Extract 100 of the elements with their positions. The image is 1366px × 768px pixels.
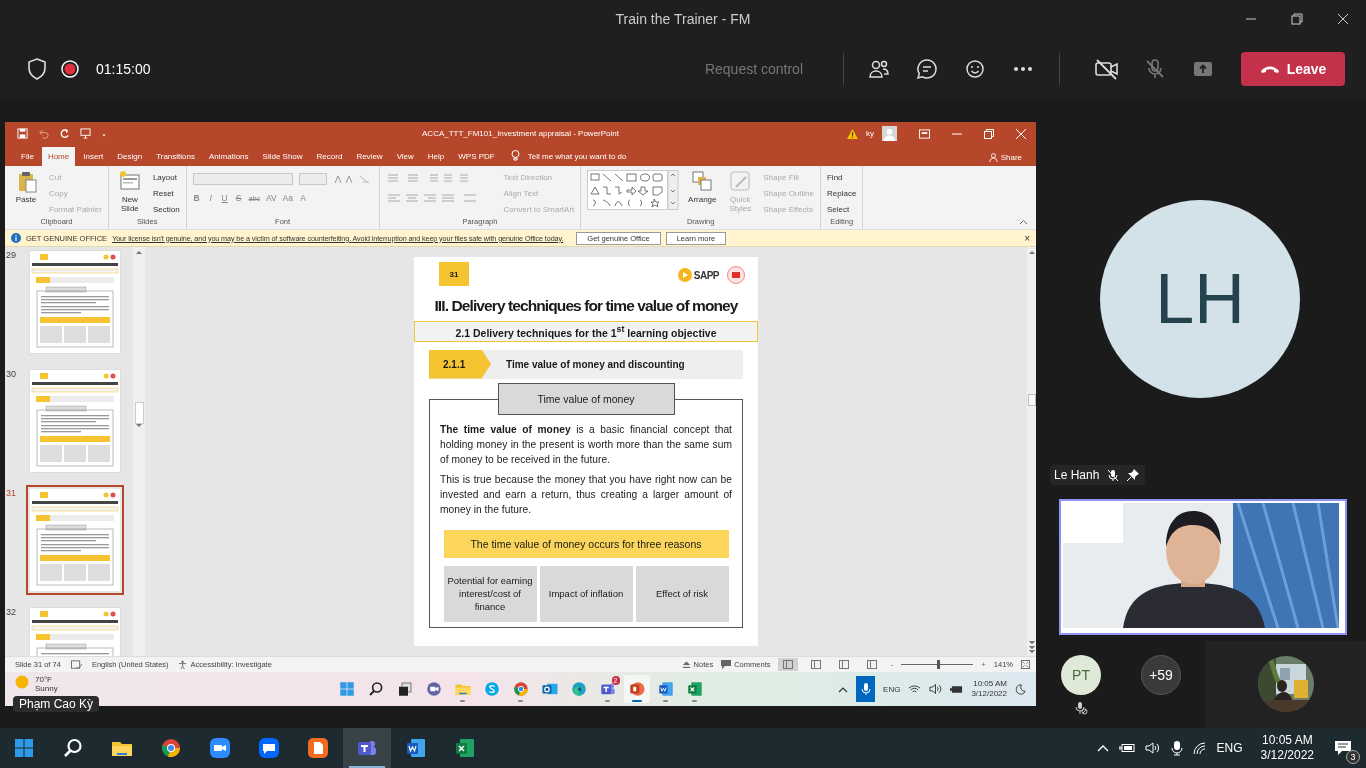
ribbon-tab[interactable]: Record xyxy=(310,147,349,166)
fit-slide-icon[interactable] xyxy=(1021,660,1030,669)
close-icon[interactable] xyxy=(1337,13,1349,25)
format-button[interactable]: I xyxy=(206,193,215,203)
scroll-up-icon[interactable] xyxy=(136,250,142,254)
participant-avatar[interactable]: PT xyxy=(1061,654,1101,695)
volume-icon[interactable] xyxy=(1144,742,1161,754)
smiley-icon[interactable] xyxy=(963,57,987,81)
zoom-in-button[interactable]: + xyxy=(981,660,986,669)
ribbon-button[interactable]: New Slide xyxy=(114,169,145,214)
more-participants-button[interactable]: +59 xyxy=(1141,654,1181,695)
input-language[interactable]: ENG xyxy=(1216,741,1243,755)
microphone-icon[interactable] xyxy=(1170,740,1183,756)
format-button[interactable]: AV xyxy=(265,193,277,203)
ribbon-tab[interactable]: Insert xyxy=(77,147,110,166)
volume-icon[interactable] xyxy=(929,684,943,694)
present-icon[interactable] xyxy=(80,128,91,139)
ribbon-tab[interactable]: Review xyxy=(350,147,389,166)
ribbon-tab[interactable]: Slide Show xyxy=(256,147,309,166)
slide-thumbnail[interactable] xyxy=(26,485,124,595)
wifi-icon[interactable] xyxy=(908,684,922,694)
pin-icon[interactable] xyxy=(1127,469,1140,482)
close-button[interactable]: × xyxy=(1024,232,1030,244)
text-document-icon xyxy=(656,680,675,698)
ribbon-button[interactable]: Replace xyxy=(827,187,857,199)
caret-icon[interactable] xyxy=(838,685,849,693)
share-button[interactable]: Share xyxy=(988,153,1022,162)
scrollbar[interactable] xyxy=(133,247,145,656)
ribbon-tab[interactable]: Animations xyxy=(203,147,255,166)
temperature[interactable]: 70°F xyxy=(35,675,58,684)
redo-icon[interactable] xyxy=(59,128,70,139)
ribbon-button[interactable]: Arrange xyxy=(687,169,718,205)
section-title: Time value of money and discounting xyxy=(506,358,685,370)
reason-tile: Effect of risk xyxy=(635,565,729,622)
format-button[interactable]: A xyxy=(299,193,307,203)
zoom-out-button[interactable]: - xyxy=(890,660,894,669)
ribbon-button[interactable]: Reset xyxy=(152,187,180,199)
collapse-ribbon-icon[interactable] xyxy=(1019,219,1028,225)
font-name-field[interactable] xyxy=(192,173,293,185)
ribbon-tab[interactable]: Home xyxy=(41,147,76,166)
play-logo-icon xyxy=(677,268,692,282)
scrollbar[interactable] xyxy=(1027,247,1036,656)
scroll-thumb[interactable] xyxy=(134,402,144,424)
shapes-gallery-drawing[interactable] xyxy=(587,170,680,210)
save-icon[interactable] xyxy=(17,128,28,139)
warning-icon[interactable] xyxy=(847,128,858,139)
tell-me-search[interactable]: Tell me what you want to do xyxy=(527,152,627,161)
normal-view-button[interactable] xyxy=(778,658,799,671)
clock-time[interactable]: 10:05 AM xyxy=(973,679,1007,689)
ribbon-display-icon[interactable] xyxy=(919,128,930,139)
ribbon-button[interactable]: Select xyxy=(827,203,857,215)
scroll-down-icon[interactable] xyxy=(1028,641,1035,653)
format-button[interactable]: Aa xyxy=(282,193,293,203)
restore-icon[interactable] xyxy=(984,128,994,139)
scroll-up-icon[interactable] xyxy=(1028,250,1035,254)
ribbon-button[interactable]: Section xyxy=(152,203,180,215)
weather-condition[interactable]: Sunny xyxy=(35,684,58,693)
ribbon-tab[interactable]: Help xyxy=(421,147,451,166)
maximize-icon[interactable] xyxy=(1291,13,1303,25)
ribbon-tab[interactable]: File xyxy=(15,147,40,166)
format-button[interactable]: S xyxy=(234,193,243,203)
ribbon-button[interactable]: Paste xyxy=(11,169,41,205)
ribbon-tab[interactable]: Design xyxy=(111,147,149,166)
slider-thumb[interactable] xyxy=(936,660,940,669)
user-name[interactable]: ky xyxy=(866,129,874,138)
font-size-field[interactable] xyxy=(298,173,327,185)
notification-badge: 3 xyxy=(1346,750,1360,764)
call-app-icon xyxy=(482,680,501,698)
input-language[interactable]: ENG xyxy=(883,684,901,694)
reason-tile: Potential for earning interest/cost of finance xyxy=(443,565,537,622)
chat-icon[interactable] xyxy=(915,57,939,81)
format-button[interactable]: B xyxy=(192,193,201,203)
participant-name: Le Hanh xyxy=(1054,468,1100,483)
camera-icon[interactable] xyxy=(1094,57,1120,81)
shield-icon[interactable] xyxy=(27,58,47,80)
ribbon-tab[interactable]: Transitions xyxy=(150,147,201,166)
battery-icon[interactable] xyxy=(950,684,964,694)
ribbon-button[interactable]: Find xyxy=(827,171,857,183)
moon-icon[interactable] xyxy=(1015,683,1026,695)
accessibility-icon xyxy=(178,660,188,669)
paragraph: The time value of money is a basic financial concept that holding money in the present is worth more than the same sum of money to be received in the future. xyxy=(440,422,732,467)
ribbon-tab[interactable]: View xyxy=(390,147,420,166)
text-document-icon xyxy=(404,736,428,760)
participant-avatar: LH xyxy=(1100,200,1300,399)
spelling-icon[interactable] xyxy=(70,659,82,670)
clock-time[interactable]: 10:05 AM xyxy=(1261,733,1313,748)
browser-icon xyxy=(511,680,530,698)
clock-date[interactable]: 3/12/2022 xyxy=(1260,748,1314,763)
scroll-thumb[interactable] xyxy=(1027,394,1036,406)
notification-icon[interactable] xyxy=(1334,740,1352,756)
format-button[interactable]: U xyxy=(220,193,229,203)
leave-button[interactable]: Leave xyxy=(1241,52,1345,86)
ribbon-tab[interactable]: WPS PDF xyxy=(452,147,501,166)
slide-title: III. Delivery techniques for time value of money xyxy=(434,297,738,315)
battery-icon[interactable] xyxy=(1118,743,1135,753)
clock-date[interactable]: 3/12/2022 xyxy=(971,689,1007,699)
lightbulb-icon[interactable] xyxy=(510,150,520,161)
microphone-indicator[interactable] xyxy=(856,676,876,702)
video-camera-icon xyxy=(208,736,232,760)
ribbon-button[interactable]: Layout xyxy=(152,171,180,183)
